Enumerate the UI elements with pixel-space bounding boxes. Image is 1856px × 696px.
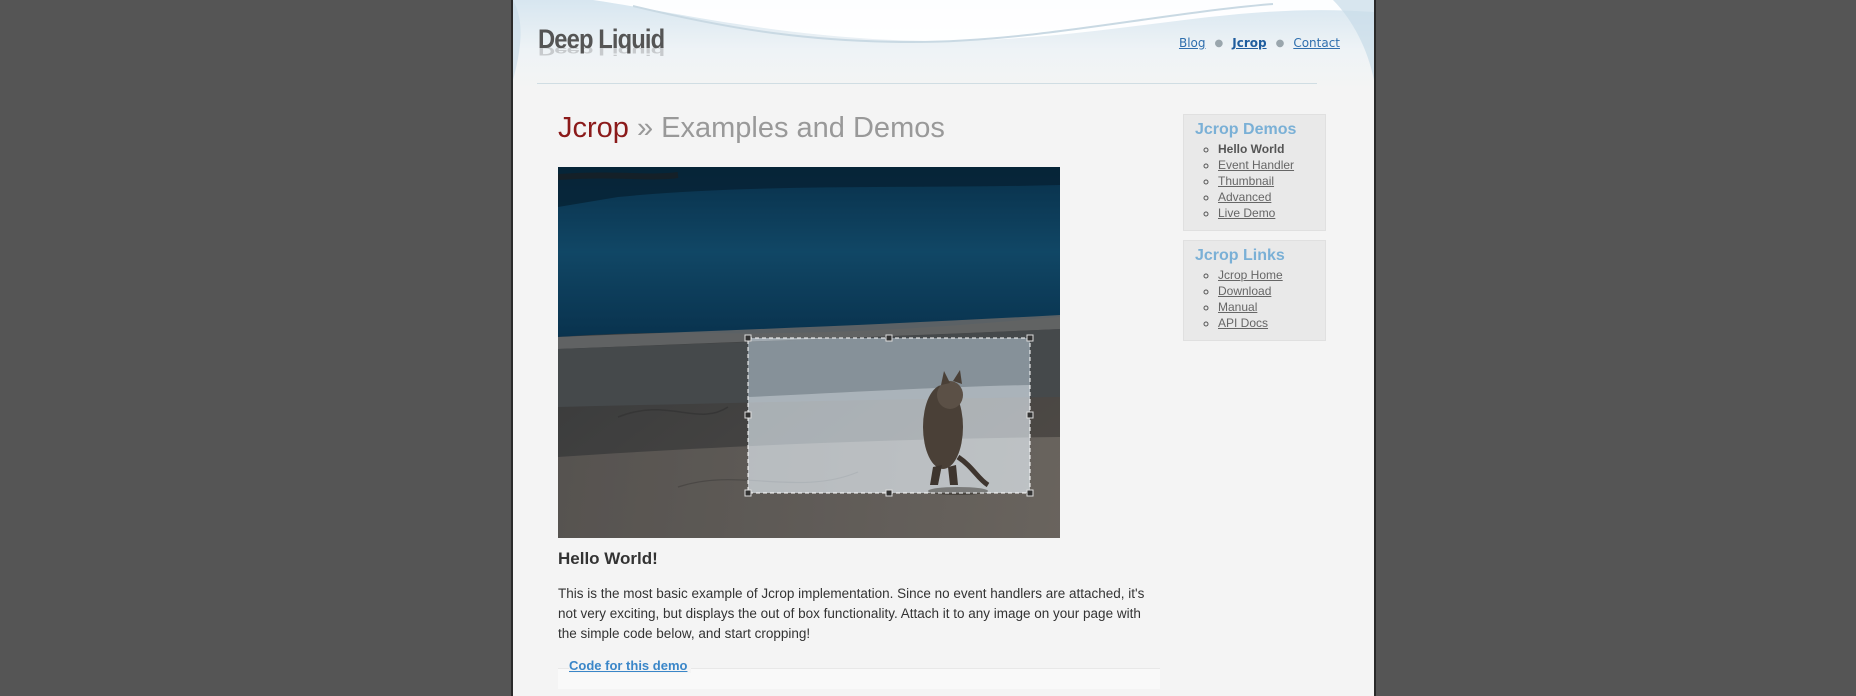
sidebar-link-manual[interactable]: Manual: [1218, 300, 1257, 314]
crop-handle-e[interactable]: [1026, 411, 1034, 419]
page-title-brand: Jcrop: [558, 112, 629, 144]
section-heading: Hello World!: [558, 549, 658, 568]
sidebar-links-list: Jcrop Home Download Manual API Docs: [1195, 267, 1325, 331]
crop-handle-nw[interactable]: [744, 334, 752, 342]
crop-handle-w[interactable]: [744, 411, 752, 419]
header-divider: [537, 83, 1317, 84]
page-container: Deep Liquid Deep Liquid Blog ● Jcrop ● C…: [511, 0, 1376, 696]
sidebar-link-live-demo[interactable]: Live Demo: [1218, 206, 1275, 220]
nav-separator: ●: [1214, 37, 1224, 49]
nav-link-jcrop[interactable]: Jcrop: [1232, 36, 1266, 50]
sidebar-item-live-demo[interactable]: Live Demo: [1218, 205, 1325, 221]
page-title: Jcrop » Examples and Demos: [558, 112, 945, 145]
description-paragraph: This is the most basic example of Jcrop …: [558, 586, 1145, 641]
crop-handle-se[interactable]: [1026, 489, 1034, 497]
sidebar-link-thumbnail[interactable]: Thumbnail: [1218, 174, 1274, 188]
sidebar-link-download[interactable]: Download: [1218, 284, 1271, 298]
sidebar-links-title: Jcrop Links: [1195, 247, 1285, 264]
sidebar-demos-list: Hello World Event Handler Thumbnail Adva…: [1195, 141, 1325, 221]
sidebar-item-manual[interactable]: Manual: [1218, 299, 1325, 315]
sidebar-demos-title: Jcrop Demos: [1195, 121, 1297, 138]
nav-separator: ●: [1275, 37, 1285, 49]
crop-handle-ne[interactable]: [1026, 334, 1034, 342]
sidebar-item-api-docs[interactable]: API Docs: [1218, 315, 1325, 331]
code-demo-link[interactable]: Code for this demo: [569, 658, 692, 673]
sidebar-demos-box: Jcrop Demos Hello World Event Handler Th…: [1183, 114, 1326, 231]
crop-handle-n[interactable]: [885, 334, 893, 342]
nav-link-contact[interactable]: Contact: [1293, 36, 1340, 50]
sidebar-link-event-handler[interactable]: Event Handler: [1218, 158, 1294, 172]
sidebar-item-jcrop-home[interactable]: Jcrop Home: [1218, 267, 1325, 283]
sidebar-link-advanced[interactable]: Advanced: [1218, 190, 1271, 204]
sidebar-links-box: Jcrop Links Jcrop Home Download Manual A…: [1183, 240, 1326, 341]
sidebar-item-hello-world: Hello World: [1218, 141, 1325, 157]
sidebar-item-advanced[interactable]: Advanced: [1218, 189, 1325, 205]
site-logo-reflection: Deep Liquid: [538, 44, 665, 59]
page-title-rest: » Examples and Demos: [628, 112, 945, 144]
nav-link-blog[interactable]: Blog: [1179, 36, 1206, 50]
header: Deep Liquid Deep Liquid Blog ● Jcrop ● C…: [513, 0, 1374, 90]
pool-cat-photo: [558, 167, 1060, 538]
sidebar-item-event-handler[interactable]: Event Handler: [1218, 157, 1325, 173]
crop-handle-s[interactable]: [885, 489, 893, 497]
sidebar-link-jcrop-home[interactable]: Jcrop Home: [1218, 268, 1283, 282]
sidebar-link-api-docs[interactable]: API Docs: [1218, 316, 1268, 330]
sidebar-item-download[interactable]: Download: [1218, 283, 1325, 299]
top-navigation: Blog ● Jcrop ● Contact: [1179, 36, 1340, 50]
crop-target-image[interactable]: [558, 167, 1060, 538]
sidebar-item-thumbnail[interactable]: Thumbnail: [1218, 173, 1325, 189]
crop-handle-sw[interactable]: [744, 489, 752, 497]
